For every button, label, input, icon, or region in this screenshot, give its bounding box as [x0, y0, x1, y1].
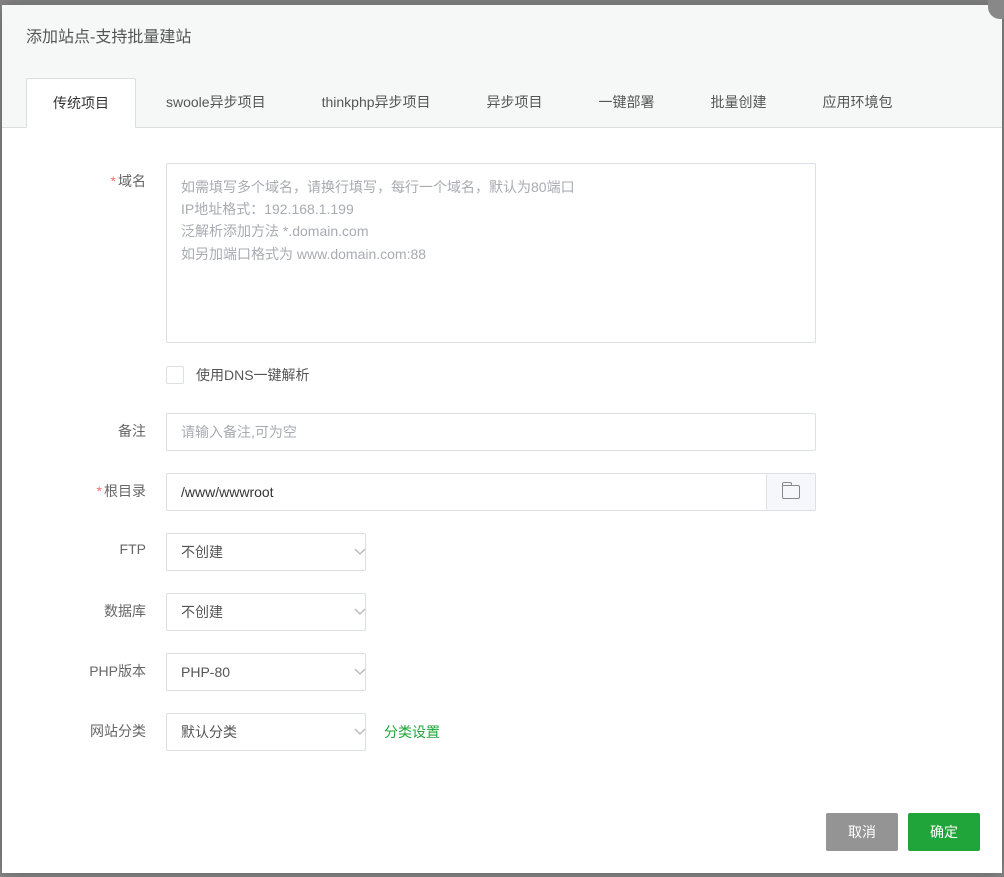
category-settings-link[interactable]: 分类设置 [384, 722, 440, 742]
label-rootdir: *根目录 [36, 473, 166, 501]
row-category: 网站分类 默认分类 分类设置 [36, 713, 968, 751]
form-content: *域名 使用DNS一键解析 备注 *根目录 [26, 128, 978, 793]
row-database: 数据库 不创建 [36, 593, 968, 631]
modal-footer: 取消 确定 [2, 793, 1002, 873]
tab-swoole[interactable]: swoole异步项目 [140, 78, 292, 127]
tabs: 传统项目 swoole异步项目 thinkphp异步项目 异步项目 一键部署 批… [2, 58, 1002, 128]
cancel-button[interactable]: 取消 [826, 813, 898, 851]
label-php: PHP版本 [36, 653, 166, 681]
modal-body: 传统项目 swoole异步项目 thinkphp异步项目 异步项目 一键部署 批… [2, 58, 1002, 793]
row-ftp: FTP 不创建 [36, 533, 968, 571]
tab-batch[interactable]: 批量创建 [685, 78, 793, 127]
tab-thinkphp[interactable]: thinkphp异步项目 [296, 78, 457, 127]
modal-title: 添加站点-支持批量建站 [2, 5, 1002, 58]
tab-async[interactable]: 异步项目 [461, 78, 569, 127]
label-ftp: FTP [36, 533, 166, 557]
row-php: PHP版本 PHP-80 [36, 653, 968, 691]
category-select[interactable]: 默认分类 [166, 713, 366, 751]
label-domain: *域名 [36, 163, 166, 191]
database-select[interactable]: 不创建 [166, 593, 366, 631]
tab-traditional[interactable]: 传统项目 [26, 78, 136, 128]
row-rootdir: *根目录 [36, 473, 968, 511]
add-site-modal: 添加站点-支持批量建站 传统项目 swoole异步项目 thinkphp异步项目… [2, 5, 1002, 873]
domain-textarea[interactable] [166, 163, 816, 343]
tab-env[interactable]: 应用环境包 [797, 78, 919, 127]
browse-folder-button[interactable] [766, 473, 816, 511]
dns-checkbox[interactable] [166, 366, 184, 384]
row-remark: 备注 [36, 413, 968, 451]
label-database: 数据库 [36, 593, 166, 621]
php-select[interactable]: PHP-80 [166, 653, 366, 691]
ftp-select[interactable]: 不创建 [166, 533, 366, 571]
row-domain: *域名 [36, 163, 968, 343]
confirm-button[interactable]: 确定 [908, 813, 980, 851]
label-category: 网站分类 [36, 713, 166, 741]
remark-input[interactable] [166, 413, 816, 451]
dns-checkbox-label[interactable]: 使用DNS一键解析 [196, 365, 310, 385]
label-remark: 备注 [36, 413, 166, 441]
rootdir-input[interactable] [166, 473, 766, 511]
tab-deploy[interactable]: 一键部署 [573, 78, 681, 127]
row-dns-checkbox: 使用DNS一键解析 [166, 365, 968, 385]
folder-icon [782, 485, 800, 499]
